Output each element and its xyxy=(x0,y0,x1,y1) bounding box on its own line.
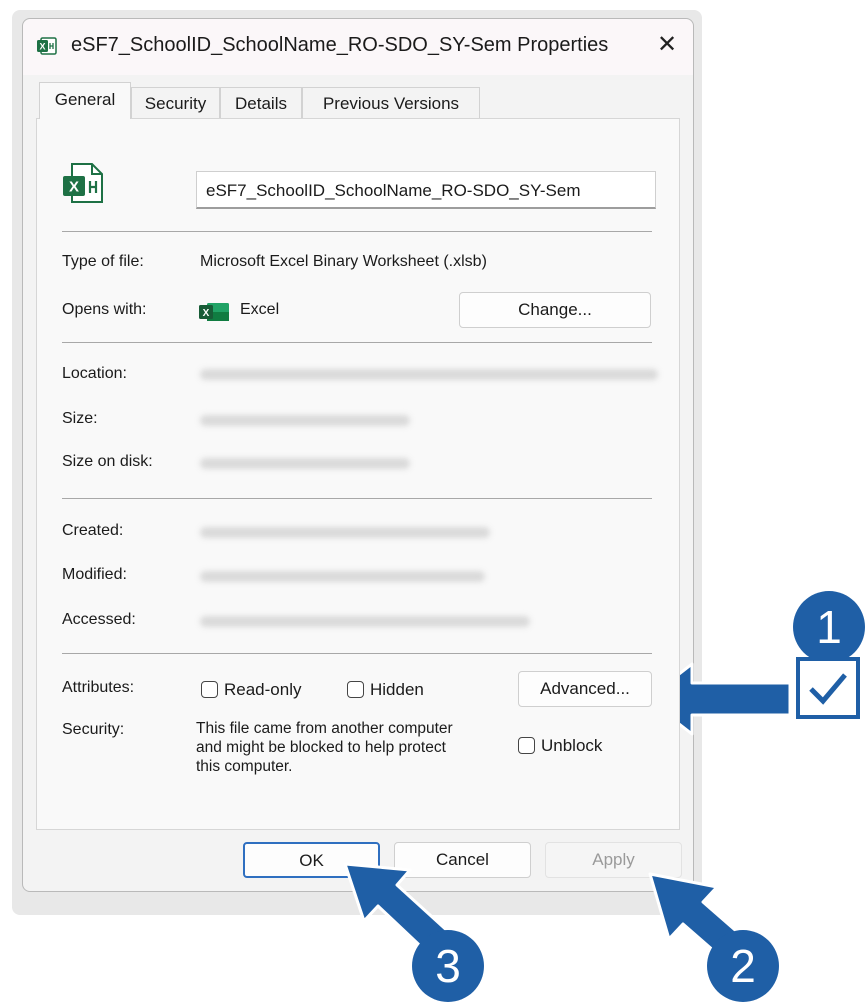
cancel-button[interactable]: Cancel xyxy=(394,842,531,878)
apply-button[interactable]: Apply xyxy=(545,842,682,878)
opens-with-value: Excel xyxy=(240,301,280,318)
properties-dialog: X eSF7_SchoolID_SchoolName_RO-SDO_SY-Sem… xyxy=(22,18,694,892)
divider xyxy=(62,498,652,499)
unblock-label: Unblock xyxy=(541,736,603,755)
created-label: Created: xyxy=(62,522,124,539)
step-2-badge: 2 xyxy=(707,930,779,1002)
svg-text:X: X xyxy=(39,42,45,52)
size-on-disk-label: Size on disk: xyxy=(62,453,153,470)
title-bar: X eSF7_SchoolID_SchoolName_RO-SDO_SY-Sem… xyxy=(23,19,693,75)
hidden-label: Hidden xyxy=(370,680,424,699)
window-title: eSF7_SchoolID_SchoolName_RO-SDO_SY-Sem P… xyxy=(71,34,609,56)
tab-security[interactable]: Security xyxy=(131,87,220,118)
svg-text:X: X xyxy=(69,179,79,196)
size-value-redacted xyxy=(200,415,410,426)
accessed-value-redacted xyxy=(200,616,530,627)
step-3-badge: 3 xyxy=(412,930,484,1002)
security-message: This file came from another computer and… xyxy=(196,719,453,776)
modified-value-redacted xyxy=(200,571,485,582)
security-message-line: This file came from another computer xyxy=(196,720,453,737)
security-message-line: this computer. xyxy=(196,758,293,775)
size-on-disk-value-redacted xyxy=(200,458,410,469)
close-button[interactable]: ✕ xyxy=(651,29,683,61)
excel-file-large-icon: X xyxy=(63,163,103,203)
accessed-label: Accessed: xyxy=(62,611,136,628)
excel-app-icon: X xyxy=(199,303,229,321)
general-tab-panel: X eSF7_SchoolID_SchoolName_RO-SDO_SY-Sem… xyxy=(36,118,680,830)
close-icon: ✕ xyxy=(656,31,678,58)
type-of-file-label: Type of file: xyxy=(62,253,144,270)
divider xyxy=(62,653,652,654)
advanced-button[interactable]: Advanced... xyxy=(518,671,652,707)
modified-label: Modified: xyxy=(62,566,127,583)
ok-button[interactable]: OK xyxy=(243,842,380,878)
readonly-checkbox[interactable] xyxy=(201,681,218,698)
checkmark-icon xyxy=(809,673,847,705)
size-label: Size: xyxy=(62,410,98,427)
unblock-checkbox[interactable] xyxy=(518,737,535,754)
security-message-line: and might be blocked to help protect xyxy=(196,739,446,756)
created-value-redacted xyxy=(200,527,490,538)
tab-previous-versions[interactable]: Previous Versions xyxy=(302,87,480,118)
attributes-label: Attributes: xyxy=(62,679,135,696)
type-of-file-value: Microsoft Excel Binary Worksheet (.xlsb) xyxy=(200,253,487,270)
divider xyxy=(62,342,652,343)
divider xyxy=(62,231,652,232)
opens-with-label: Opens with: xyxy=(62,301,147,318)
excel-file-icon: X xyxy=(37,37,57,55)
tab-general[interactable]: General xyxy=(39,82,131,119)
security-label: Security: xyxy=(62,721,125,738)
tab-details[interactable]: Details xyxy=(220,87,302,118)
location-value-redacted xyxy=(200,369,658,380)
svg-text:X: X xyxy=(203,308,210,319)
step-1-badge: 1 xyxy=(793,591,865,663)
location-label: Location: xyxy=(62,365,127,382)
change-button[interactable]: Change... xyxy=(459,292,651,328)
checked-box-icon xyxy=(796,657,860,719)
readonly-label: Read-only xyxy=(224,680,302,699)
filename-field[interactable]: eSF7_SchoolID_SchoolName_RO-SDO_SY-Sem xyxy=(196,171,656,209)
hidden-checkbox[interactable] xyxy=(347,681,364,698)
